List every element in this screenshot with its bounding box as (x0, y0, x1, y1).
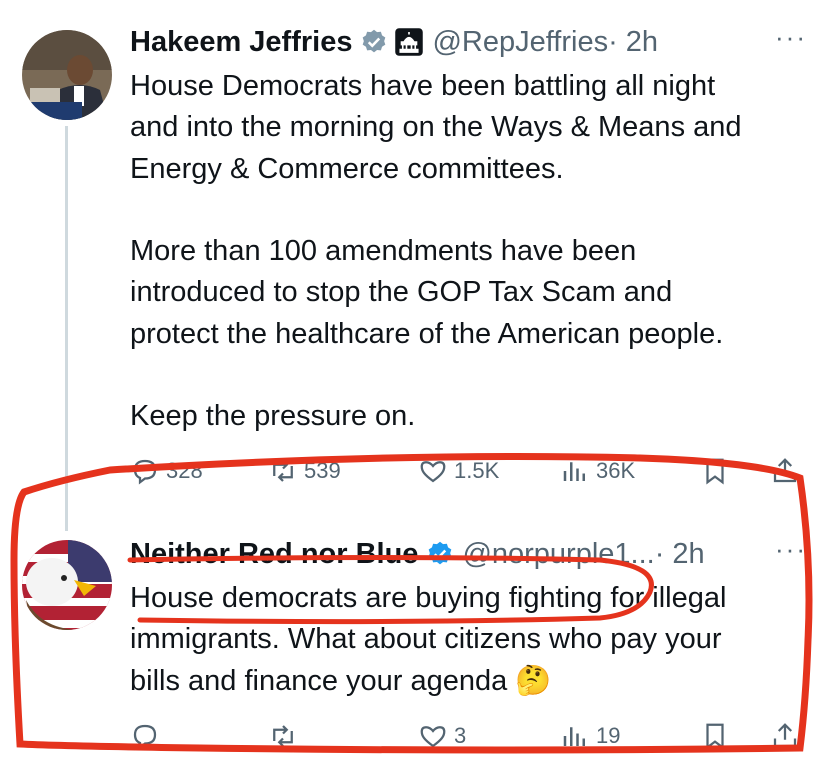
author-handle[interactable]: @RepJeffries (432, 26, 608, 59)
reply-icon (133, 459, 157, 485)
bookmark-icon (706, 458, 724, 485)
like-count: 1.5K (454, 458, 500, 483)
author-name[interactable]: Neither Red nor Blue (130, 538, 418, 571)
like-button[interactable]: 3 (418, 718, 466, 754)
tweet-header: Hakeem Jeffries @RepJeffries · 2h ··· (130, 22, 807, 62)
eagle-flag-avatar (22, 540, 112, 630)
tweet-text: House Democrats have been battling all n… (130, 70, 742, 433)
tweet-original[interactable]: Hakeem Jeffries @RepJeffries · 2h ··· Ho… (0, 0, 827, 531)
capitol-badge-icon (395, 28, 424, 56)
thread-line (65, 126, 68, 531)
more-options-icon[interactable]: ··· (775, 534, 807, 565)
share-button[interactable] (770, 718, 800, 754)
tweet-text: House democrats are buying fighting for … (130, 582, 727, 697)
tweet-time[interactable]: · 2h (655, 538, 705, 571)
repost-button[interactable] (268, 718, 298, 754)
views-button[interactable]: 36K (560, 453, 635, 489)
heart-icon (420, 461, 446, 483)
share-icon (773, 723, 797, 748)
tweet-reply[interactable]: Neither Red nor Blue @norpurple1... · 2h… (0, 500, 827, 782)
repost-icon (273, 725, 293, 747)
repost-count: 539 (304, 458, 341, 483)
reply-button[interactable]: 328 (130, 453, 203, 489)
avatar[interactable] (22, 540, 112, 630)
views-icon (563, 462, 585, 481)
avatar[interactable] (22, 30, 112, 120)
avatar-photo (22, 30, 112, 120)
verified-grey-icon (363, 29, 386, 53)
reply-count: 328 (166, 458, 203, 483)
bookmark-icon (706, 723, 724, 750)
share-icon (773, 458, 797, 483)
like-button[interactable]: 1.5K (418, 453, 499, 489)
author-handle[interactable]: @norpurple1... (462, 538, 654, 571)
bookmark-button[interactable] (700, 718, 730, 754)
share-button[interactable] (770, 453, 800, 489)
views-button[interactable]: 19 (560, 718, 620, 754)
tweet-header: Neither Red nor Blue @norpurple1... · 2h… (130, 534, 807, 574)
author-name[interactable]: Hakeem Jeffries (130, 26, 352, 59)
repost-button[interactable]: 539 (268, 453, 341, 489)
heart-icon (420, 726, 446, 748)
bookmark-button[interactable] (700, 453, 730, 489)
verified-blue-icon (429, 541, 452, 565)
more-options-icon[interactable]: ··· (775, 22, 807, 53)
reply-icon (133, 724, 157, 750)
view-count: 19 (596, 723, 621, 748)
views-icon (563, 727, 585, 746)
repost-icon (273, 460, 293, 482)
like-count: 3 (454, 723, 467, 748)
tweet-time[interactable]: · 2h (608, 26, 658, 59)
tweet-actions: 328 539 1.5K 36K (130, 453, 805, 489)
view-count: 36K (596, 458, 636, 483)
tweet-actions: 3 19 (130, 718, 805, 754)
reply-button[interactable] (130, 718, 160, 754)
